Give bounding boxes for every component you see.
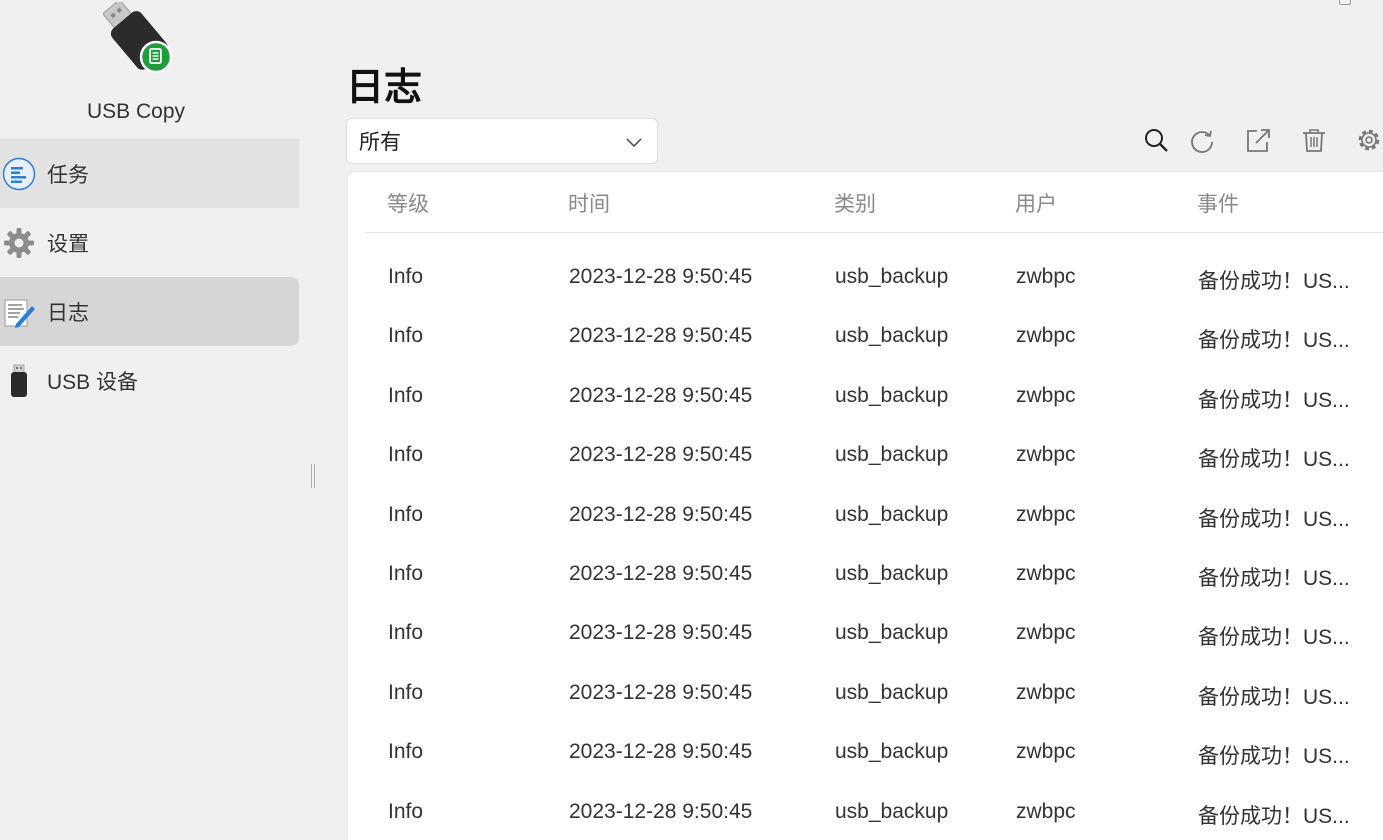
sidebar-item-label: USB 设备	[47, 370, 139, 394]
cell-level: Info	[388, 621, 424, 645]
cell-time: 2023-12-28 9:50:45	[569, 324, 753, 348]
table-row[interactable]: Info 2023-12-28 9:50:45 usb_backup zwbpc…	[348, 723, 1383, 782]
cell-time: 2023-12-28 9:50:45	[569, 799, 753, 823]
table-row[interactable]: Info 2023-12-28 9:50:45 usb_backup zwbpc…	[348, 307, 1383, 366]
cell-event: 备份成功！US...	[1198, 566, 1350, 590]
cell-user: zwbpc	[1016, 502, 1076, 526]
page-title: 日志	[346, 67, 423, 109]
cell-user: zwbpc	[1016, 799, 1076, 823]
cell-category: usb_backup	[835, 680, 949, 704]
gear-icon	[1, 225, 37, 261]
cell-event: 备份成功！US...	[1198, 270, 1350, 293]
sidebar-item-label: 设置	[47, 232, 89, 256]
refresh-icon[interactable]	[1187, 126, 1217, 156]
cell-user: zwbpc	[1016, 265, 1076, 288]
cell-level: Info	[388, 383, 424, 407]
usb-drive-icon	[1, 363, 37, 399]
cell-category: usb_backup	[835, 383, 949, 407]
cell-event: 备份成功！US...	[1198, 626, 1350, 650]
cell-time: 2023-12-28 9:50:45	[569, 383, 753, 407]
table-row[interactable]: Info 2023-12-28 9:50:45 usb_backup zwbpc…	[348, 486, 1383, 545]
log-table: 等级 时间 类别 用户 事件 Info 2023-12-28 9:50:45 u…	[347, 171, 1383, 840]
sidebar-item-logs[interactable]: 日志	[0, 277, 299, 346]
cell-event: 备份成功！US...	[1198, 804, 1350, 828]
cell-time: 2023-12-28 9:50:45	[569, 621, 753, 645]
sidebar-item-tasks[interactable]: 任务	[0, 139, 299, 208]
sidebar-item-label: 日志	[47, 301, 89, 325]
sidebar-item-settings[interactable]: 设置	[0, 208, 299, 277]
cell-event: 备份成功！US...	[1198, 507, 1350, 531]
column-header-level[interactable]: 等级	[387, 188, 429, 218]
cell-category: usb_backup	[835, 740, 949, 764]
column-header-category[interactable]: 类别	[834, 188, 876, 218]
cell-user: zwbpc	[1016, 324, 1076, 348]
table-row[interactable]: Info 2023-12-28 9:50:45 usb_backup zwbpc…	[348, 604, 1383, 663]
filter-selected-value: 所有	[359, 131, 401, 154]
cell-category: usb_backup	[835, 324, 949, 348]
sidebar-item-usb-devices[interactable]: USB 设备	[0, 346, 299, 415]
cell-user: zwbpc	[1016, 621, 1076, 645]
cell-time: 2023-12-28 9:50:45	[569, 740, 753, 764]
chevron-down-icon	[625, 133, 643, 151]
usb-copy-window: USB Copy 任务 设置 日志 USB 设备 日志 所有 等级 时间 类别 …	[0, 0, 1383, 840]
table-row[interactable]: Info 2023-12-28 9:50:45 usb_backup zwbpc…	[348, 248, 1383, 307]
cell-event: 备份成功！US...	[1198, 329, 1350, 353]
sidebar-item-label: 任务	[47, 163, 89, 187]
tasks-icon	[1, 156, 37, 192]
window-control-icon[interactable]	[1339, 0, 1351, 5]
cell-level: Info	[388, 799, 424, 823]
app-name: USB Copy	[86, 100, 186, 123]
cell-level: Info	[388, 740, 424, 764]
cell-category: usb_backup	[835, 561, 949, 585]
cell-time: 2023-12-28 9:50:45	[569, 502, 753, 526]
table-row[interactable]: Info 2023-12-28 9:50:45 usb_backup zwbpc…	[348, 367, 1383, 426]
cell-level: Info	[388, 680, 424, 704]
table-body: Info 2023-12-28 9:50:45 usb_backup zwbpc…	[348, 248, 1383, 840]
sidebar-resize-handle[interactable]	[311, 464, 315, 488]
cell-event: 备份成功！US...	[1198, 388, 1350, 412]
cell-time: 2023-12-28 9:50:45	[569, 265, 753, 288]
export-icon[interactable]	[1243, 125, 1273, 155]
cell-level: Info	[388, 443, 424, 467]
table-row[interactable]: Info 2023-12-28 9:50:45 usb_backup zwbpc…	[348, 664, 1383, 723]
trash-icon[interactable]	[1299, 125, 1329, 155]
table-row[interactable]: Info 2023-12-28 9:50:45 usb_backup zwbpc…	[348, 545, 1383, 604]
cell-category: usb_backup	[835, 621, 949, 645]
cell-time: 2023-12-28 9:50:45	[569, 561, 753, 585]
cell-category: usb_backup	[835, 265, 949, 288]
cell-event: 备份成功！US...	[1198, 685, 1350, 709]
cell-level: Info	[388, 265, 424, 288]
cell-category: usb_backup	[835, 799, 949, 823]
usb-copy-logo-icon	[98, 0, 174, 74]
cell-event: 备份成功！US...	[1198, 448, 1350, 472]
cell-level: Info	[388, 324, 424, 348]
column-header-event[interactable]: 事件	[1197, 188, 1239, 218]
log-icon	[1, 294, 37, 330]
cell-category: usb_backup	[835, 502, 949, 526]
column-header-user[interactable]: 用户	[1015, 188, 1057, 218]
cell-user: zwbpc	[1016, 680, 1076, 704]
sidebar: USB Copy 任务 设置 日志 USB 设备	[0, 0, 300, 840]
cell-time: 2023-12-28 9:50:45	[569, 443, 753, 467]
table-header: 等级 时间 类别 用户 事件	[365, 172, 1383, 233]
table-row[interactable]: Info 2023-12-28 9:50:45 usb_backup zwbpc…	[348, 426, 1383, 485]
cell-category: usb_backup	[835, 443, 949, 467]
table-row[interactable]: Info 2023-12-28 9:50:45 usb_backup zwbpc…	[348, 783, 1383, 840]
level-filter-select[interactable]: 所有	[346, 118, 658, 164]
cell-user: zwbpc	[1016, 740, 1076, 764]
column-header-time[interactable]: 时间	[568, 188, 610, 218]
cell-level: Info	[388, 502, 424, 526]
cell-user: zwbpc	[1016, 383, 1076, 407]
search-icon[interactable]	[1141, 125, 1171, 155]
cell-user: zwbpc	[1016, 443, 1076, 467]
cell-level: Info	[388, 561, 424, 585]
cell-user: zwbpc	[1016, 561, 1076, 585]
cell-event: 备份成功！US...	[1198, 745, 1350, 769]
cell-time: 2023-12-28 9:50:45	[569, 680, 753, 704]
gear-icon[interactable]	[1353, 125, 1383, 155]
